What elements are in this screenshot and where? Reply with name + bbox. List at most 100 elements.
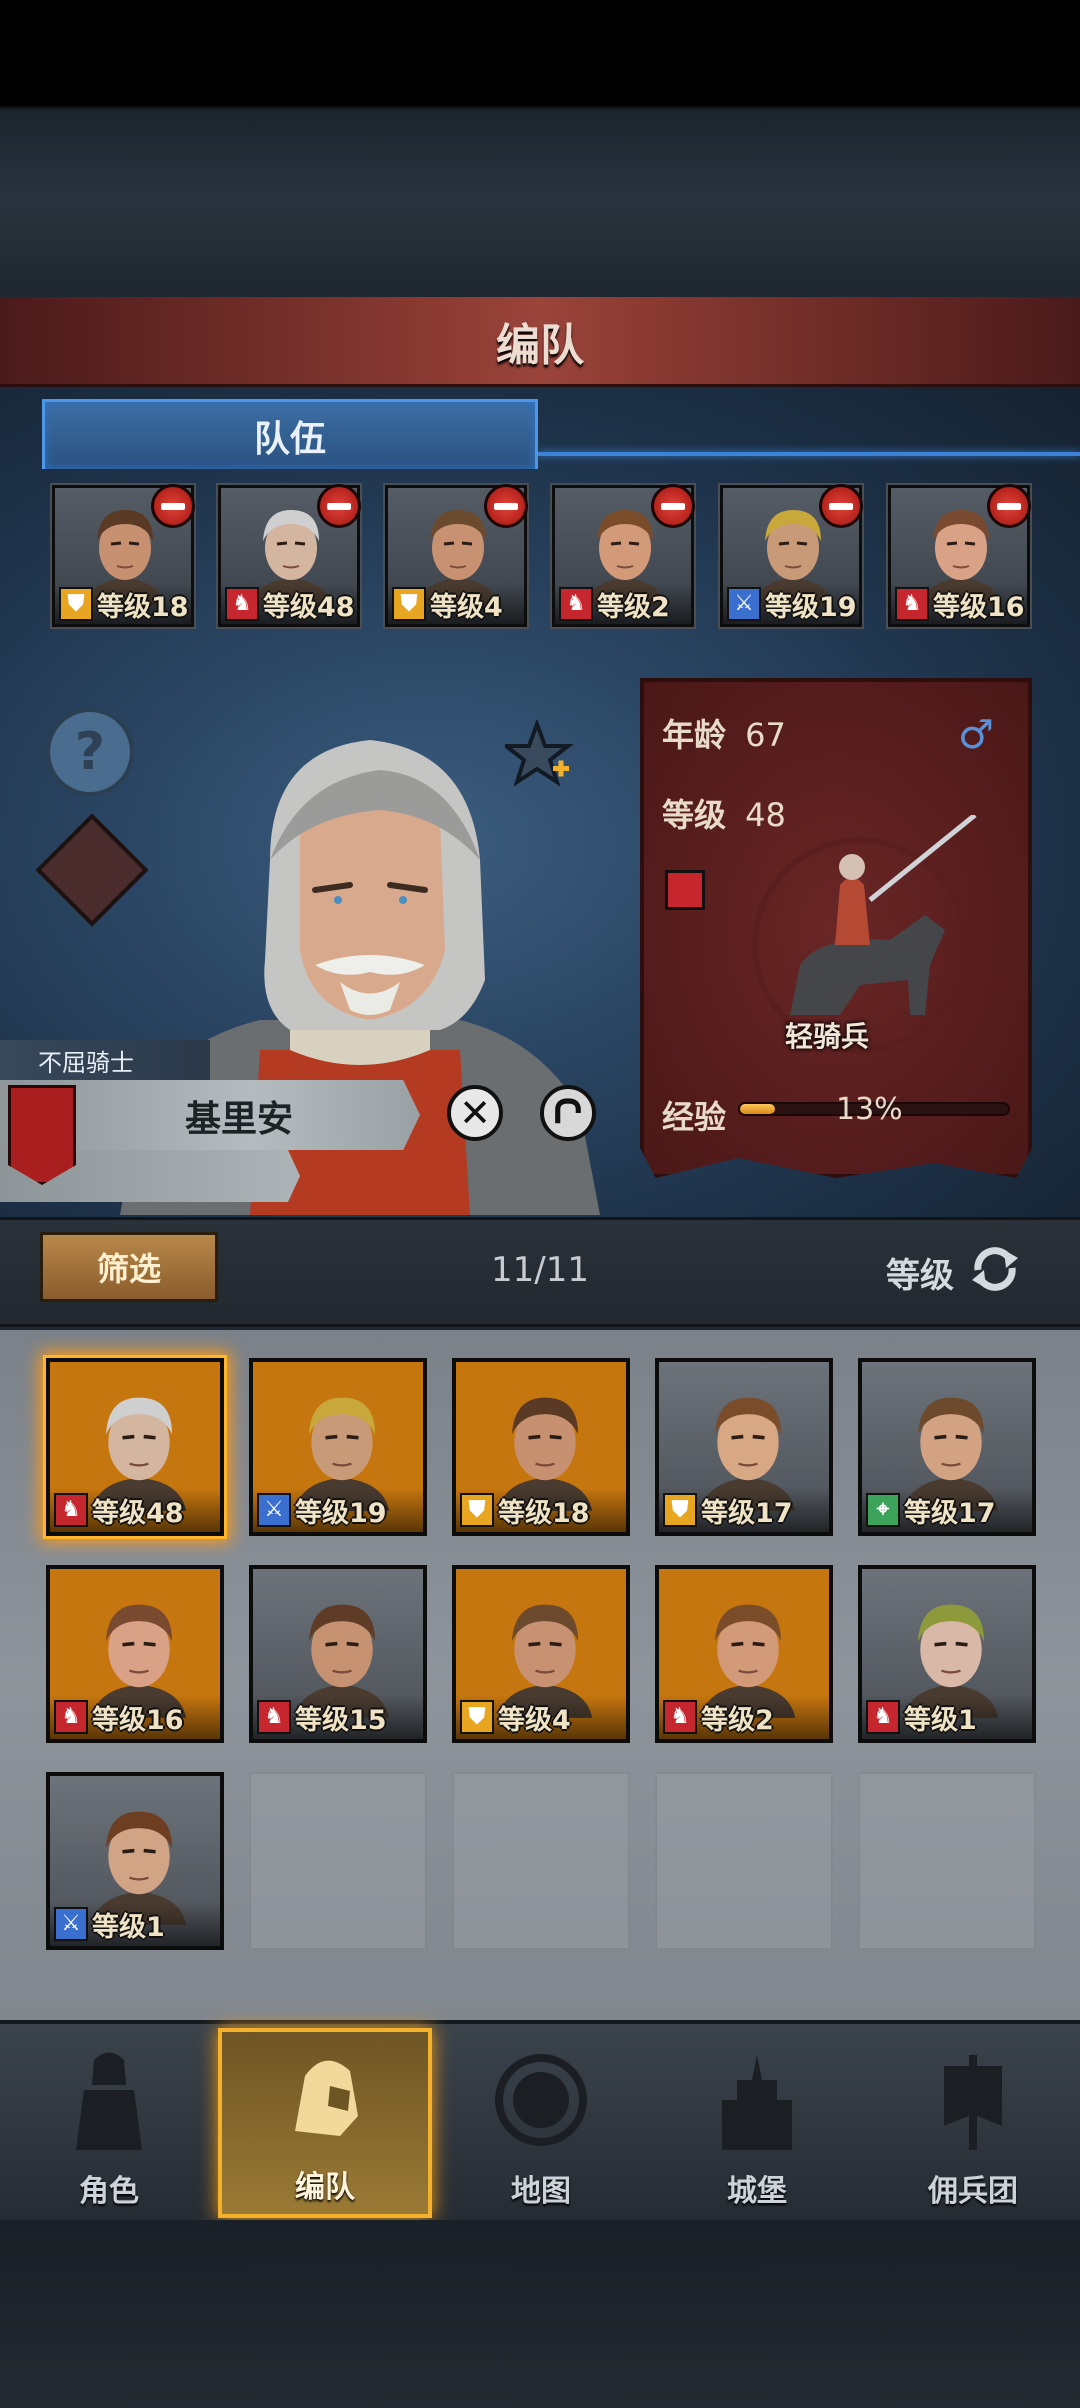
tab-team[interactable]: 队伍 [42, 399, 538, 469]
level-text: 等级19 [765, 591, 857, 623]
team-slot[interactable]: ♞ 等级2 [552, 484, 695, 627]
horse-class-icon: ♞ [895, 587, 929, 621]
level-text: 等级18 [498, 1497, 590, 1529]
tab-team-label: 队伍 [253, 418, 326, 460]
close-icon[interactable]: ✕ [447, 1085, 503, 1141]
roster-card[interactable]: ♞ 等级16 [46, 1565, 224, 1743]
exp-label: 经验 [662, 1098, 727, 1136]
roster-card[interactable]: ♞ 等级48 [46, 1358, 224, 1536]
remove-icon[interactable] [819, 484, 863, 528]
sword-class-icon: ⚔ [257, 1493, 291, 1527]
level-text: 等级17 [904, 1497, 996, 1529]
bow-class-icon: ⌖ [866, 1493, 900, 1527]
nav-knight[interactable]: 角色 [2, 2028, 216, 2218]
team-slot[interactable]: ⚔ 等级19 [720, 484, 863, 627]
team-slot[interactable]: ⛊ 等级18 [52, 484, 195, 627]
empty-slot [249, 1772, 427, 1950]
hero-name: 基里安 [185, 1099, 294, 1140]
horse-class-icon: ♞ [559, 587, 593, 621]
level-bar: ♞ 等级1 [862, 1695, 1032, 1739]
faction-banner-icon [8, 1085, 76, 1185]
shield-class-icon: ⛊ [59, 587, 93, 621]
age-row: 年龄 67 [662, 710, 786, 756]
age-value: 67 [745, 716, 786, 754]
horse-class-icon: ♞ [225, 587, 259, 621]
horse-class-icon: ♞ [54, 1700, 88, 1734]
remove-icon[interactable] [151, 484, 195, 528]
level-text: 等级19 [295, 1497, 387, 1529]
empty-slot [858, 1772, 1036, 1950]
nav-castle[interactable]: 城堡 [650, 2028, 864, 2218]
level-bar: ⚔ 等级19 [723, 584, 859, 624]
map-icon [495, 2054, 587, 2146]
nav-helmet[interactable]: 编队 [218, 2028, 432, 2218]
horse-class-icon: ♞ [257, 1700, 291, 1734]
level-text: 等级48 [92, 1497, 184, 1529]
sort-label[interactable]: 等级 [886, 1248, 954, 1297]
team-slot[interactable]: ♞ 等级48 [218, 484, 361, 627]
level-bar: ⛊ 等级18 [456, 1488, 626, 1532]
level-bar: ⛊ 等级4 [388, 584, 524, 624]
nav-map[interactable]: 地图 [434, 2028, 648, 2218]
horse-class-icon: ♞ [866, 1700, 900, 1734]
level-text: 等级1 [92, 1911, 165, 1943]
hero-title: 不屈骑士 [0, 1040, 210, 1080]
level-bar: ⛊ 等级18 [55, 584, 191, 624]
filter-button[interactable]: 筛选 [40, 1232, 218, 1302]
level-text: 等级15 [295, 1704, 387, 1736]
remove-icon[interactable] [317, 484, 361, 528]
level-text: 等级2 [597, 591, 670, 623]
exp-row: 经验 [662, 1092, 726, 1138]
team-slot[interactable]: ⛊ 等级4 [385, 484, 528, 627]
title-bar: 编队 [0, 297, 1080, 387]
horse-class-icon [665, 870, 705, 910]
remove-icon[interactable] [987, 484, 1031, 528]
empty-slot [452, 1772, 630, 1950]
refresh-sort-icon[interactable] [968, 1242, 1022, 1296]
sword-class-icon: ⚔ [727, 587, 761, 621]
male-icon: ♂ [958, 712, 994, 758]
horse-class-icon: ♞ [663, 1700, 697, 1734]
nav-banner[interactable]: 佣兵团 [866, 2028, 1080, 2218]
banner-icon [944, 2055, 1002, 2150]
roster-card[interactable]: ♞ 等级1 [858, 1565, 1036, 1743]
remove-icon[interactable] [651, 484, 695, 528]
shield-class-icon: ⛊ [392, 587, 426, 621]
level-bar: ⛊ 等级4 [456, 1695, 626, 1739]
roster-card[interactable]: ⚔ 等级19 [249, 1358, 427, 1536]
level-text: 等级16 [933, 591, 1025, 623]
level-bar: ⚔ 等级19 [253, 1488, 423, 1532]
level-bar: ♞ 等级48 [50, 1488, 220, 1532]
roster-card[interactable]: ♞ 等级15 [249, 1565, 427, 1743]
retreat-icon[interactable] [540, 1085, 596, 1141]
level-bar: ♞ 等级16 [50, 1695, 220, 1739]
helmet-icon [295, 2060, 358, 2136]
roster-card[interactable]: ♞ 等级2 [655, 1565, 833, 1743]
roster-card[interactable]: ⌖ 等级17 [858, 1358, 1036, 1536]
roster-card[interactable]: ⛊ 等级17 [655, 1358, 833, 1536]
team-slot[interactable]: ♞ 等级16 [888, 484, 1031, 627]
level-bar: ♞ 等级2 [659, 1695, 829, 1739]
level-text: 等级1 [904, 1704, 977, 1736]
bottom-area [0, 2220, 1080, 2408]
remove-icon[interactable] [484, 484, 528, 528]
nav-label: 编队 [295, 2170, 355, 2205]
shield-class-icon: ⛊ [460, 1700, 494, 1734]
roster-card[interactable]: ⛊ 等级18 [452, 1358, 630, 1536]
nav-label: 佣兵团 [928, 2174, 1018, 2209]
knight-icon [76, 2052, 142, 2150]
roster-card[interactable]: ⚔ 等级1 [46, 1772, 224, 1950]
level-bar: ♞ 等级2 [555, 584, 691, 624]
nav-label: 城堡 [727, 2174, 787, 2209]
roster-card[interactable]: ⛊ 等级4 [452, 1565, 630, 1743]
nav-label: 地图 [511, 2174, 571, 2209]
level-text: 等级48 [263, 591, 355, 623]
horse-class-icon: ♞ [54, 1493, 88, 1527]
screen-title: 编队 [496, 319, 584, 371]
empty-slot [655, 1772, 833, 1950]
level-text: 等级4 [498, 1704, 571, 1736]
exp-fill [740, 1104, 775, 1114]
level-bar: ⛊ 等级17 [659, 1488, 829, 1532]
castle-icon [722, 2055, 792, 2150]
level-text: 等级18 [97, 591, 189, 623]
